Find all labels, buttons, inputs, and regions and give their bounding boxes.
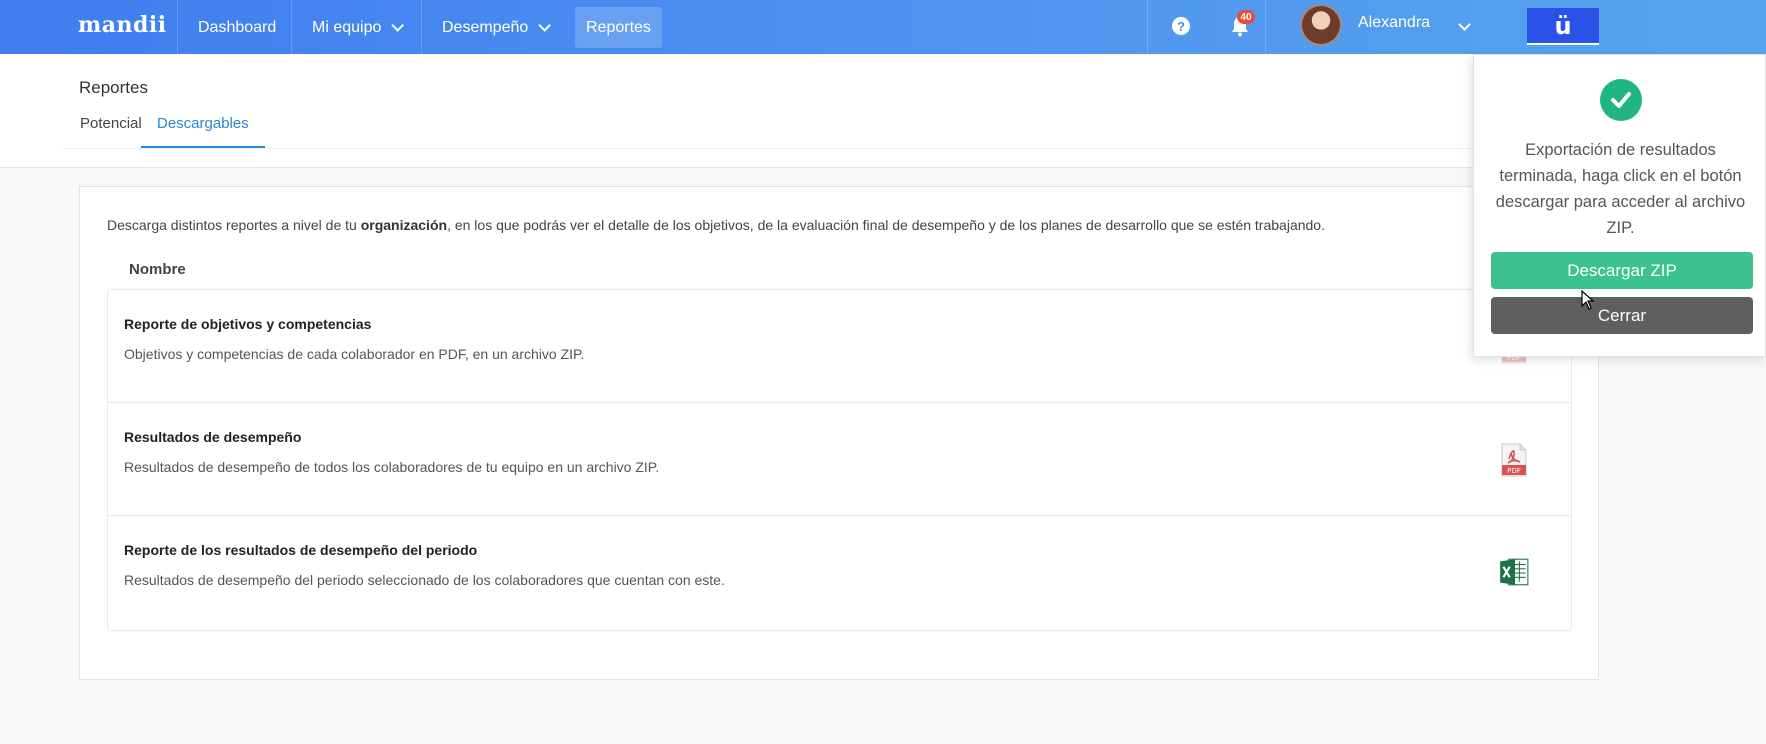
chevron-down-icon	[538, 19, 552, 32]
column-header-nombre: Nombre	[129, 261, 186, 278]
success-check-icon	[1600, 79, 1642, 121]
report-description: Resultados de desempeño de todos los col…	[124, 459, 660, 475]
list-item: Reporte de objetivos y competencias Obje…	[108, 290, 1571, 403]
nav-item-dashboard[interactable]: Dashboard	[187, 7, 287, 48]
nav-item-desempeno[interactable]: Desempeño	[431, 7, 558, 48]
app-logo[interactable]: mandii	[78, 12, 167, 38]
downloads-card: Descarga distintos reportes a nivel de t…	[79, 186, 1599, 680]
nav-item-label: Dashboard	[198, 18, 277, 36]
report-title: Reporte de los resultados de desempeño d…	[124, 542, 478, 558]
tabs-divider	[63, 148, 1473, 149]
nav-divider	[291, 0, 292, 54]
excel-icon[interactable]	[1498, 556, 1530, 588]
nav-item-label: Desempeño	[442, 18, 529, 36]
download-zip-button[interactable]: Descargar ZIP	[1491, 252, 1753, 289]
nav-item-mi-equipo[interactable]: Mi equipo	[301, 7, 411, 48]
chevron-down-icon[interactable]	[1458, 18, 1471, 31]
mouse-cursor-icon	[1581, 290, 1595, 310]
brand-app-button[interactable]: ü	[1527, 8, 1599, 45]
toast-message: Exportación de resultados terminada, hag…	[1495, 141, 1746, 237]
report-title: Resultados de desempeño	[124, 429, 302, 445]
avatar[interactable]	[1300, 4, 1342, 46]
nav-divider	[177, 0, 178, 54]
user-name[interactable]: Alexandra	[1358, 14, 1430, 32]
tab-potencial[interactable]: Potencial	[80, 115, 142, 146]
nav-item-label: Mi equipo	[312, 18, 382, 36]
help-icon[interactable]: ?	[1172, 17, 1190, 35]
page-title: Reportes	[79, 78, 148, 97]
notification-badge: 40	[1237, 10, 1255, 24]
close-button[interactable]: Cerrar	[1491, 297, 1753, 334]
tab-descargables[interactable]: Descargables	[141, 115, 265, 149]
intro-text-bold: organización	[360, 217, 448, 233]
nav-item-reportes[interactable]: Reportes	[575, 7, 662, 48]
export-complete-toast: Exportación de resultados terminada, hag…	[1473, 54, 1766, 357]
intro-text-part: , en los que podrás ver el detalle de lo…	[447, 217, 1325, 233]
pdf-icon[interactable]: PDF	[1500, 443, 1528, 477]
nav-item-label: Reportes	[586, 18, 651, 36]
intro-text-part: Descarga distintos reportes a nivel de t…	[107, 217, 361, 233]
reports-list: Reporte de objetivos y competencias Obje…	[107, 289, 1572, 631]
intro-text: Descarga distintos reportes a nivel de t…	[107, 217, 1325, 233]
report-description: Resultados de desempeño del periodo sele…	[124, 572, 725, 588]
nav-divider	[421, 0, 422, 54]
svg-text:PDF: PDF	[1507, 467, 1521, 475]
nav-divider	[1147, 0, 1148, 54]
nav-divider	[1265, 0, 1266, 54]
list-item: Resultados de desempeño Resultados de de…	[108, 403, 1571, 516]
list-item: Reporte de los resultados de desempeño d…	[108, 516, 1571, 629]
report-description: Objetivos y competencias de cada colabor…	[124, 346, 585, 362]
chevron-down-icon	[391, 19, 405, 32]
report-title: Reporte de objetivos y competencias	[124, 316, 372, 332]
top-navbar: mandii Dashboard Mi equipo Desempeño Rep…	[0, 0, 1766, 54]
